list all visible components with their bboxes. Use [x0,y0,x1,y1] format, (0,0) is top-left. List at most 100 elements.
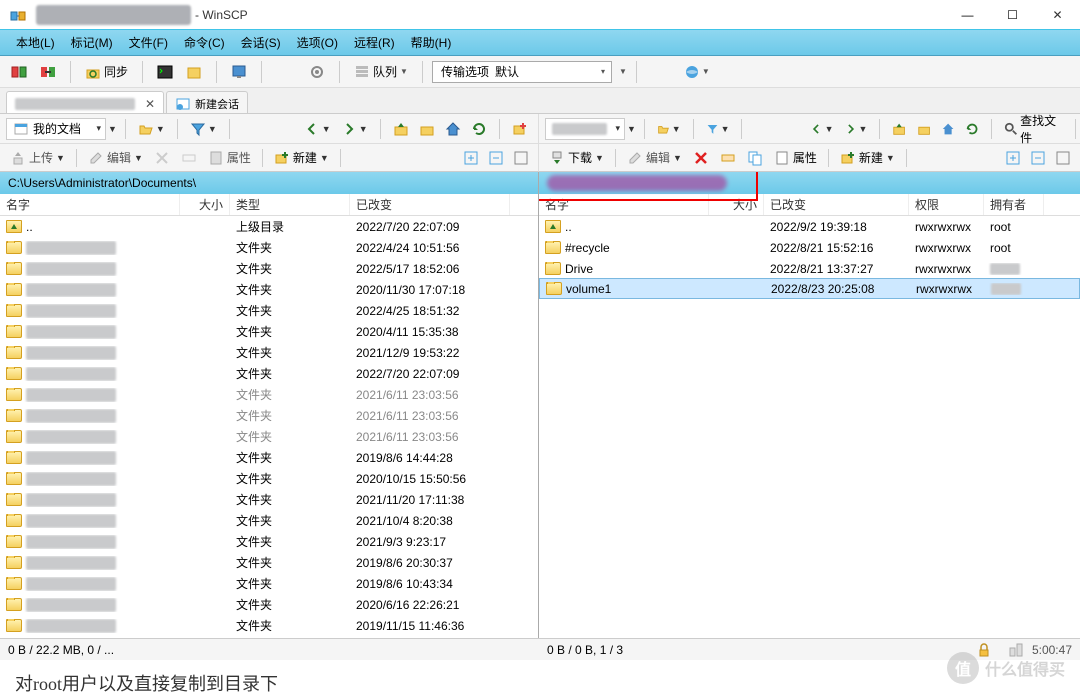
menu-session[interactable]: 会话(S) [235,32,287,53]
root-dir-icon[interactable] [415,118,439,140]
remote-toggle-tree-icon[interactable] [1052,147,1074,169]
close-button[interactable]: ✕ [1035,0,1080,30]
local-delete-icon[interactable] [150,147,174,169]
putty-icon[interactable] [226,61,252,83]
local-new-button[interactable]: 新建▼ [270,147,333,169]
local-props-button[interactable]: 属性 [204,147,255,169]
queue-button[interactable]: 队列 ▼ [349,61,413,83]
list-row[interactable]: 文件夹2019/8/6 20:30:37 [0,552,538,573]
list-row[interactable]: volume12022/8/23 20:25:08rwxrwxrwx [539,278,1080,299]
list-row[interactable]: 文件夹2022/5/17 18:52:06 [0,258,538,279]
local-rename-icon[interactable] [177,147,201,169]
menu-help[interactable]: 帮助(H) [405,32,458,53]
compare-dirs-icon[interactable] [6,61,32,83]
back-icon[interactable]: ▼ [300,118,335,140]
refresh-icon[interactable] [467,118,491,140]
remote-collapse-icon[interactable] [1027,147,1049,169]
list-row[interactable]: 文件夹2022/7/20 22:07:09 [0,363,538,384]
list-row[interactable]: 文件夹2019/8/6 14:44:28 [0,447,538,468]
list-row[interactable]: 文件夹2021/12/9 19:53:22 [0,342,538,363]
menu-options[interactable]: 选项(O) [291,32,344,53]
list-row[interactable]: 文件夹2021/10/4 8:20:38 [0,510,538,531]
close-tab-icon[interactable]: ✕ [145,97,155,111]
parent-dir-icon[interactable] [389,118,413,140]
forward-icon[interactable]: ▼ [337,118,372,140]
sync-browse-icon[interactable] [35,61,61,83]
remote-file-list[interactable]: ..2022/9/2 19:39:18rwxrwxrwxroot#recycle… [539,216,1080,638]
col-size-r[interactable]: 大小 [709,194,764,215]
download-button[interactable]: 下载▼ [545,147,608,169]
remote-forward-icon[interactable]: ▼ [840,118,872,140]
local-path-bar[interactable]: C:\Users\Administrator\Documents\ [0,172,538,194]
remote-root-icon[interactable] [913,118,935,140]
upload-button[interactable]: 上传▼ [6,147,69,169]
new-session-tab[interactable]: 新建会话 [166,91,248,113]
remote-refresh-icon[interactable] [961,118,983,140]
remote-home-icon[interactable] [937,118,959,140]
list-row[interactable]: 文件夹2022/4/25 18:51:32 [0,300,538,321]
session-tab-active[interactable]: ✕ [6,91,164,113]
list-row[interactable]: 文件夹2021/6/11 23:03:56 [0,405,538,426]
toggle-tree-icon[interactable] [510,147,532,169]
menu-files[interactable]: 文件(F) [123,32,174,53]
col-changed[interactable]: 已改变 [350,194,510,215]
console-icon[interactable] [152,61,178,83]
list-row[interactable]: #recycle2022/8/21 15:52:16rwxrwxrwxroot [539,237,1080,258]
menu-remote[interactable]: 远程(R) [348,32,401,53]
remote-drive-selector[interactable]: ▾ [545,118,625,140]
col-type[interactable]: 类型 [230,194,350,215]
col-owner-r[interactable]: 拥有者 [984,194,1044,215]
remote-new-button[interactable]: 新建▼ [836,147,899,169]
drive-history-caret[interactable]: ▼ [108,124,117,134]
transfer-settings-dropdown[interactable]: 传输选项 默认 ▾ [432,61,612,83]
open-folder-icon[interactable]: ▼ [134,118,169,140]
list-row[interactable]: 文件夹2021/6/11 23:03:56 [0,384,538,405]
remote-path-bar[interactable] [539,172,1080,194]
remote-edit-button[interactable]: 编辑▼ [623,147,686,169]
remote-props-button[interactable]: 属性 [770,147,821,169]
bookmark-add-icon[interactable] [508,118,532,140]
explorer-icon[interactable] [181,61,207,83]
list-row[interactable]: 文件夹2021/6/11 23:03:56 [0,426,538,447]
list-row[interactable]: ..上级目录2022/7/20 22:07:09 [0,216,538,237]
remote-rename-icon[interactable] [716,147,740,169]
col-perm-r[interactable]: 权限 [909,194,984,215]
menu-commands[interactable]: 命令(C) [178,32,231,53]
minimize-button[interactable]: — [945,0,990,30]
disconnect-icon[interactable]: ▼ [679,61,715,83]
list-row[interactable]: 文件夹2022/4/24 10:51:56 [0,237,538,258]
home-icon[interactable] [441,118,465,140]
remote-expand-icon[interactable] [1002,147,1024,169]
list-row[interactable]: 文件夹2019/11/15 11:46:36 [0,615,538,636]
local-edit-button[interactable]: 编辑▼ [84,147,147,169]
list-row[interactable]: 文件夹2020/10/15 15:50:56 [0,468,538,489]
list-row[interactable]: 文件夹2021/9/3 9:23:17 [0,531,538,552]
col-name[interactable]: 名字 [0,194,180,215]
local-drive-selector[interactable]: 我的文档 ▾ [6,118,106,140]
collapse-all-icon[interactable] [485,147,507,169]
remote-filter-icon[interactable]: ▼ [702,118,734,140]
list-row[interactable]: 文件夹2020/6/16 22:26:21 [0,594,538,615]
menu-local[interactable]: 本地(L) [10,32,61,53]
list-row[interactable]: 文件夹2019/8/6 10:43:34 [0,573,538,594]
list-row[interactable]: ..2022/9/2 19:39:18rwxrwxrwxroot [539,216,1080,237]
remote-back-icon[interactable]: ▼ [806,118,838,140]
list-row[interactable]: 文件夹2020/4/11 15:35:38 [0,321,538,342]
maximize-button[interactable]: ☐ [990,0,1035,30]
col-changed-r[interactable]: 已改变 [764,194,909,215]
expand-all-icon[interactable] [460,147,482,169]
col-size[interactable]: 大小 [180,194,230,215]
col-name-r[interactable]: 名字 [539,194,709,215]
list-row[interactable]: 文件夹2021/11/20 17:11:38 [0,489,538,510]
synchronize-button[interactable]: 同步 [80,61,133,83]
local-file-list[interactable]: ..上级目录2022/7/20 22:07:09文件夹2022/4/24 10:… [0,216,538,638]
remote-history-caret[interactable]: ▼ [627,124,636,134]
menu-mark[interactable]: 标记(M) [65,32,119,53]
remote-delete-icon[interactable] [689,147,713,169]
find-files-button[interactable]: 查找文件 [1000,118,1067,140]
transfer-dropdown-caret[interactable]: ▼ [619,67,627,76]
list-row[interactable]: Drive2022/8/21 13:37:27rwxrwxrwx [539,258,1080,279]
remote-parent-icon[interactable] [888,118,910,140]
remote-open-icon[interactable]: ▼ [653,118,685,140]
filter-icon[interactable]: ▼ [186,118,221,140]
